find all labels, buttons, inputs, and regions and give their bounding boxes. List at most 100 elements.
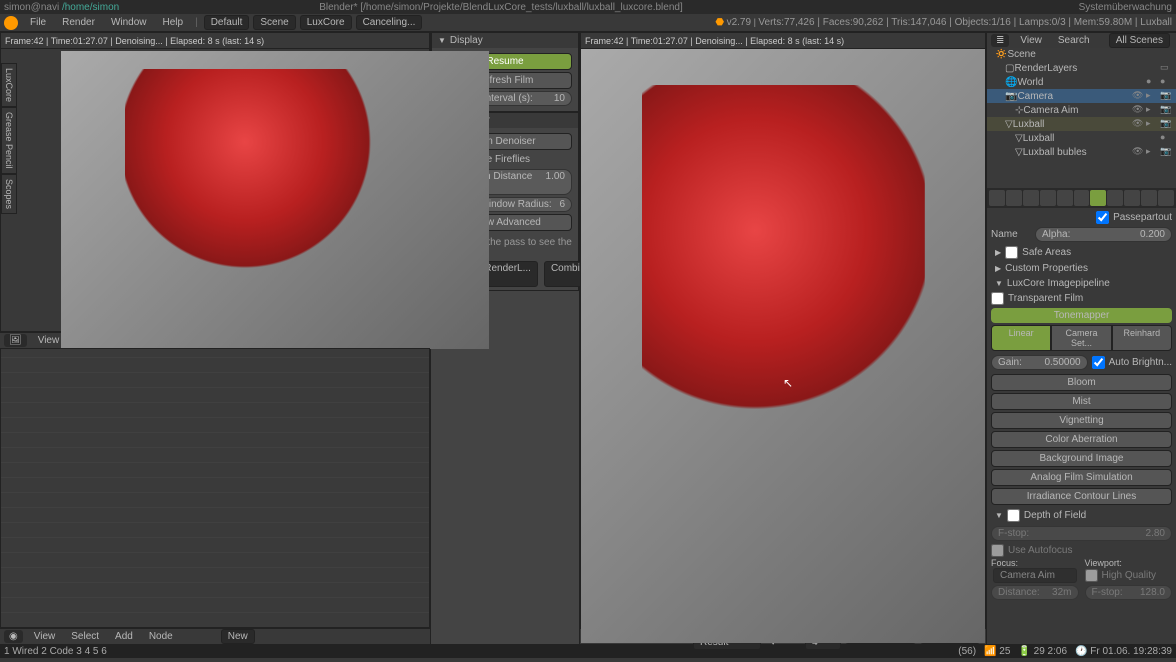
- passepartout-check[interactable]: [1096, 211, 1109, 224]
- tonemap-reinhard-tab[interactable]: Reinhard: [1112, 325, 1172, 351]
- uv-grid-background: [1, 349, 429, 627]
- node-editor-icon[interactable]: ◉: [4, 630, 23, 643]
- prop-tab-layers[interactable]: [1006, 190, 1022, 206]
- custom-props-section[interactable]: Custom Properties: [991, 261, 1172, 276]
- outliner-item-scene[interactable]: 🔅 Scene: [987, 48, 1176, 61]
- uv-editor[interactable]: [0, 348, 430, 628]
- outliner-tree[interactable]: 🔅 Scene ▢ RenderLayers▭ 🌐 World●● 📷 Came…: [987, 48, 1176, 188]
- dof-section[interactable]: Depth of Field: [991, 507, 1172, 524]
- render-status-strip-2: Frame:42 | Time:01:27.07 | Denoising... …: [581, 33, 985, 49]
- outliner-item-camera-aim[interactable]: ⊹ Camera Aim👁▸📷: [987, 103, 1176, 117]
- arrow-icon[interactable]: ▸: [1146, 90, 1158, 102]
- blender-logo-icon: [4, 16, 18, 30]
- node-add-menu[interactable]: Add: [107, 631, 141, 642]
- alpha-field[interactable]: Alpha:0.200: [1035, 227, 1172, 242]
- node-view-menu[interactable]: View: [26, 631, 64, 642]
- outliner-search-menu[interactable]: Search: [1050, 35, 1098, 46]
- vignetting-button[interactable]: Vignetting: [991, 412, 1172, 429]
- viewport-fstop-field[interactable]: F-stop:128.0: [1085, 585, 1173, 600]
- outliner-item-luxball-mesh[interactable]: ▽ Luxball●: [987, 131, 1176, 145]
- outliner-type-icon[interactable]: ≣: [991, 34, 1009, 47]
- cursor-icon: ↖: [783, 376, 793, 390]
- outliner-item-camera[interactable]: 📷 Camera👁▸📷: [987, 89, 1176, 103]
- menu-window[interactable]: Window: [103, 17, 155, 28]
- outliner-filter-dropdown[interactable]: All Scenes: [1109, 33, 1170, 48]
- node-editor-header: ◉ View Select Add Node New: [0, 628, 430, 644]
- prop-tab-texture[interactable]: [1124, 190, 1140, 206]
- render-preview-small: [61, 51, 489, 349]
- prop-tab-physics[interactable]: [1158, 190, 1174, 206]
- safe-areas-section[interactable]: Safe Areas: [991, 244, 1172, 261]
- app-title: Blender* [/home/simon/Projekte/BlendLuxC…: [319, 2, 683, 13]
- image-editor-main[interactable]: Frame:42 | Time:01:27.07 | Denoising... …: [580, 32, 986, 628]
- eye-icon[interactable]: 👁: [1132, 90, 1144, 102]
- prop-tab-object[interactable]: [1057, 190, 1073, 206]
- transparent-film-check[interactable]: [991, 292, 1004, 305]
- render-status-strip-1: Frame:42 | Time:01:27.07 | Denoising... …: [1, 33, 429, 49]
- high-quality-check[interactable]: [1085, 569, 1098, 582]
- scene-stats: ⬣ v2.79 | Verts:77,426 | Faces:90,262 | …: [715, 17, 1172, 28]
- status-datetime: 🕐 Fr 01.06. 19:28:39: [1075, 646, 1172, 657]
- prop-tab-scene[interactable]: [1023, 190, 1039, 206]
- outliner-view-menu[interactable]: View: [1012, 35, 1050, 46]
- render-status-pill: Canceling...: [356, 15, 423, 30]
- main-layout: Frame:42 | Time:01:27.07 | Denoising... …: [0, 32, 1176, 644]
- menu-help[interactable]: Help: [155, 17, 192, 28]
- auto-brightness-check[interactable]: [1092, 356, 1105, 369]
- node-select-menu[interactable]: Select: [63, 631, 107, 642]
- node-node-menu[interactable]: Node: [141, 631, 181, 642]
- outliner-item-renderlayers[interactable]: ▢ RenderLayers▭: [987, 61, 1176, 75]
- app-menubar: File Render Window Help | Default Scene …: [0, 14, 1176, 32]
- vtab-grease-pencil[interactable]: Grease Pencil: [1, 107, 17, 174]
- menu-render[interactable]: Render: [54, 17, 103, 28]
- autofocus-check[interactable]: [991, 544, 1004, 557]
- prop-tab-data[interactable]: [1090, 190, 1106, 206]
- irradiance-contour-button[interactable]: Irradiance Contour Lines: [991, 488, 1172, 505]
- workspace-indicator[interactable]: 1 Wired 2 Code 3 4 5 6: [4, 646, 107, 657]
- status-num: 📶 25: [984, 646, 1010, 657]
- luxcore-pipe-section[interactable]: LuxCore Imagepipeline: [991, 276, 1172, 291]
- name-label: Name: [991, 229, 1031, 240]
- fstop-field[interactable]: F-stop:2.80: [991, 526, 1172, 541]
- display-panel-header[interactable]: Display: [432, 33, 578, 48]
- distance-field[interactable]: Distance:32m: [991, 585, 1079, 600]
- editor-type-icon[interactable]: 🖼: [4, 334, 27, 347]
- status-count: (56): [958, 646, 976, 657]
- image-editor-top[interactable]: Frame:42 | Time:01:27.07 | Denoising... …: [0, 32, 430, 332]
- prop-tab-constraint[interactable]: [1074, 190, 1090, 206]
- prop-tab-world[interactable]: [1040, 190, 1056, 206]
- restrict-icon[interactable]: ▭: [1160, 62, 1172, 74]
- render-preview-large: ↖: [581, 49, 985, 643]
- prop-tab-particles[interactable]: [1141, 190, 1157, 206]
- menu-file[interactable]: File: [22, 17, 54, 28]
- bloom-button[interactable]: Bloom: [991, 374, 1172, 391]
- user-host-label: simon@navi: [4, 2, 59, 13]
- background-image-button[interactable]: Background Image: [991, 450, 1172, 467]
- focus-object-field[interactable]: Camera Aim: [993, 568, 1077, 583]
- vtab-luxcore[interactable]: LuxCore: [1, 63, 17, 107]
- viewport-label: Viewport:: [1085, 558, 1173, 568]
- os-titlebar: simon@navi /home/simon Blender* [/home/s…: [0, 0, 1176, 14]
- tonemap-camera-tab[interactable]: Camera Set...: [1051, 325, 1111, 351]
- mist-button[interactable]: Mist: [991, 393, 1172, 410]
- new-nodetree-button[interactable]: New: [221, 629, 255, 644]
- layout-dropdown[interactable]: Default: [204, 15, 250, 30]
- property-panel-body: Passepartout Name Alpha:0.200 Safe Areas…: [987, 208, 1176, 604]
- tonemapper-header[interactable]: Tonemapper: [991, 308, 1172, 323]
- properties-tabs: [987, 188, 1176, 208]
- render-icon[interactable]: 📷: [1160, 90, 1172, 102]
- outliner-item-luxball-bubles[interactable]: ▽ Luxball bubles👁▸📷: [987, 145, 1176, 159]
- outliner-item-world[interactable]: 🌐 World●●: [987, 75, 1176, 89]
- engine-dropdown[interactable]: LuxCore: [300, 15, 352, 30]
- tonemap-linear-tab[interactable]: Linear: [991, 325, 1051, 351]
- color-aberration-button[interactable]: Color Aberration: [991, 431, 1172, 448]
- prop-tab-material[interactable]: [1107, 190, 1123, 206]
- analog-film-button[interactable]: Analog Film Simulation: [991, 469, 1172, 486]
- scene-dropdown[interactable]: Scene: [253, 15, 295, 30]
- vtab-scopes[interactable]: Scopes: [1, 174, 17, 214]
- outliner-item-luxball[interactable]: ▽ Luxball👁▸📷: [987, 117, 1176, 131]
- tonemapper-tabs: Linear Camera Set... Reinhard: [991, 325, 1172, 351]
- gain-field[interactable]: Gain:0.50000: [991, 355, 1088, 370]
- vtab-left: LuxCore Grease Pencil Scopes: [1, 63, 17, 214]
- prop-tab-render[interactable]: [989, 190, 1005, 206]
